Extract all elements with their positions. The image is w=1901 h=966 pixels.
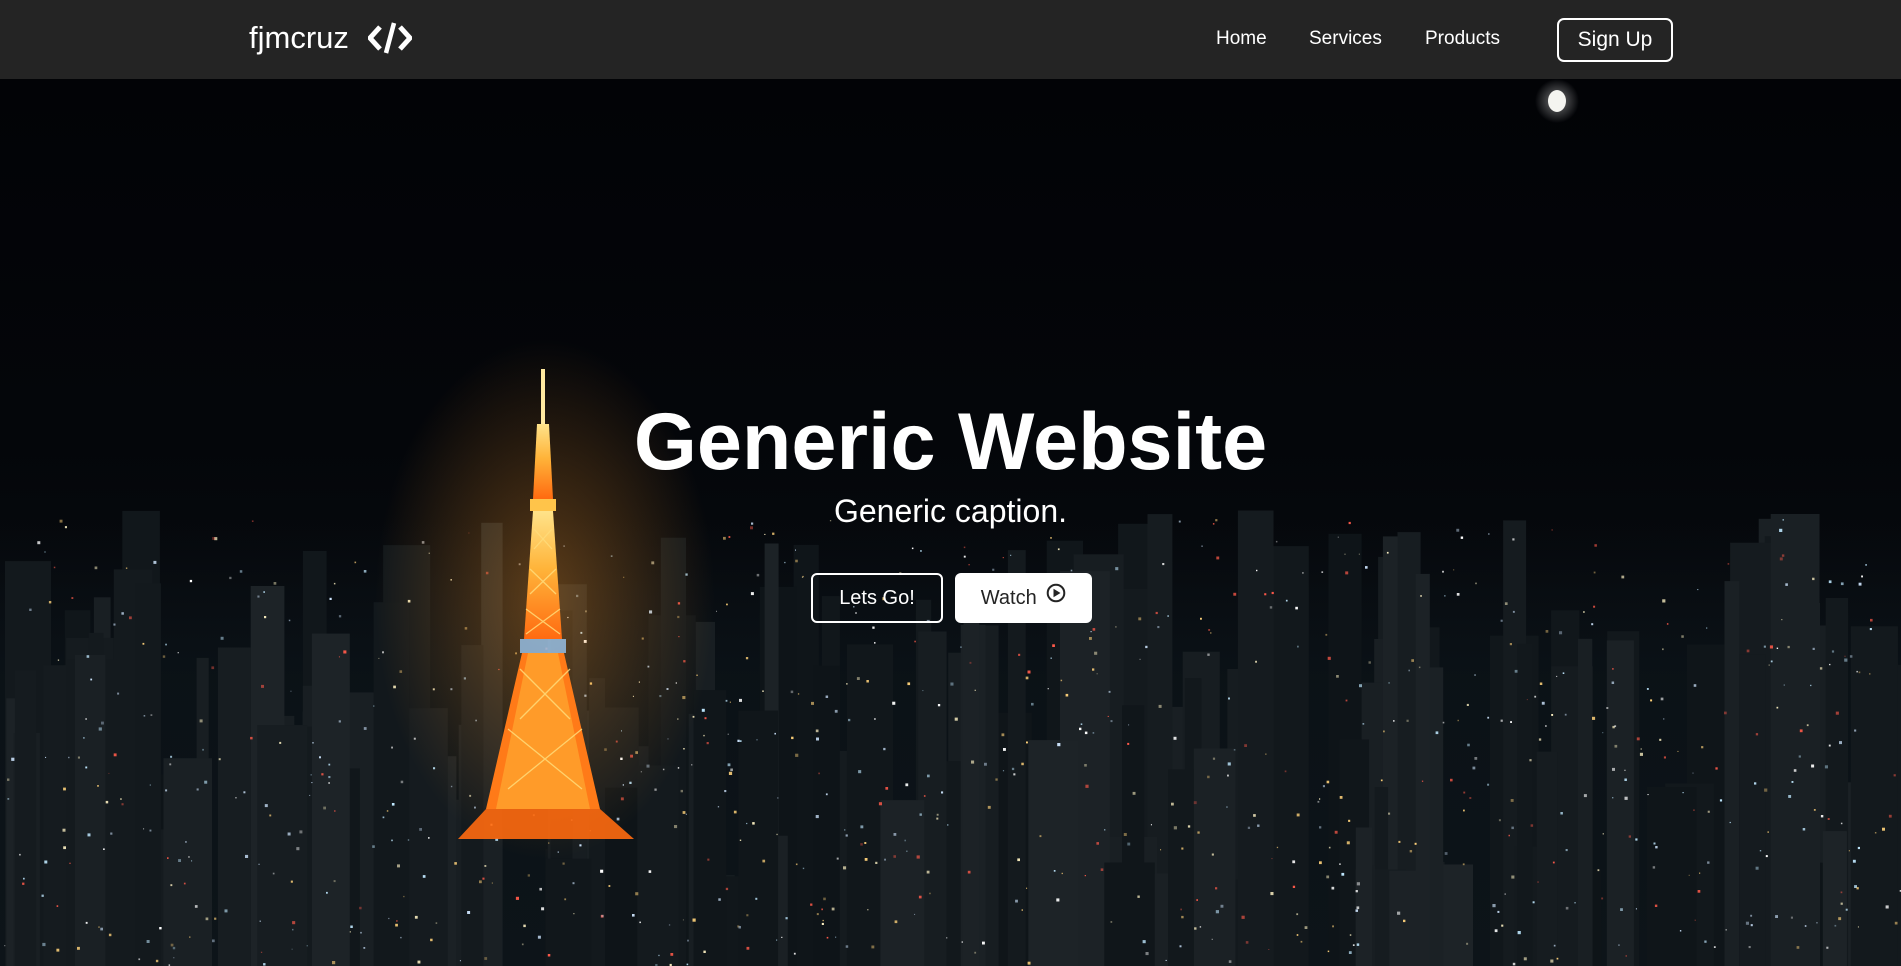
nav-link-products[interactable]: Products (1425, 27, 1500, 51)
sign-up-button[interactable]: Sign Up (1557, 18, 1673, 62)
nav-link-home[interactable]: Home (1216, 27, 1267, 51)
hero-caption: Generic caption. (833, 493, 1067, 529)
hero-section: Generic Website Generic caption. Lets Go… (0, 79, 1901, 966)
play-circle-icon (1046, 572, 1066, 622)
lets-go-button[interactable]: Lets Go! (811, 573, 943, 623)
logo-link[interactable]: fjmcruz (249, 20, 414, 56)
logo-text: fjmcruz (249, 20, 349, 55)
nav-link-services[interactable]: Services (1309, 27, 1382, 51)
code-icon (366, 21, 414, 55)
watch-button-label: Watch (980, 587, 1037, 609)
navbar: fjmcruz Home Services Products Sign Up (0, 0, 1901, 79)
watch-button[interactable]: Watch (955, 573, 1092, 623)
hero-title: Generic Website (633, 397, 1268, 487)
